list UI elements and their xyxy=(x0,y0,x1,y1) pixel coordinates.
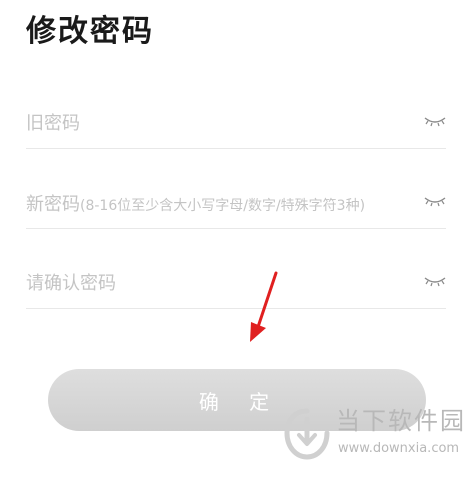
watermark-url: www.downxia.com xyxy=(338,441,460,456)
confirm-button[interactable]: 确 定 xyxy=(48,369,426,431)
eye-closed-icon[interactable] xyxy=(424,114,446,130)
page-title: 修改密码 xyxy=(26,14,154,49)
old-password-input[interactable] xyxy=(26,108,406,138)
new-password-input[interactable] xyxy=(26,188,406,218)
eye-closed-icon[interactable] xyxy=(424,194,446,210)
eye-closed-icon[interactable] xyxy=(424,274,446,290)
confirm-password-field[interactable] xyxy=(26,258,446,309)
confirm-password-input[interactable] xyxy=(26,268,406,298)
old-password-field[interactable] xyxy=(26,98,446,149)
new-password-field[interactable]: 新密码(8-16位至少含大小写字母/数字/特殊字符3种) xyxy=(26,178,446,229)
